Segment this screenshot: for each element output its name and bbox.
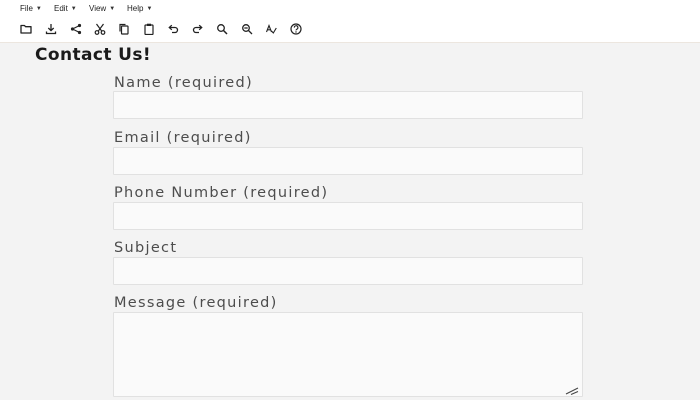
menu-view[interactable]: View ▼ bbox=[89, 4, 115, 13]
resize-grip-icon[interactable] bbox=[565, 384, 579, 395]
menu-help-label: Help bbox=[127, 4, 144, 13]
menu-view-label: View bbox=[89, 4, 107, 13]
phone-label: Phone Number (required) bbox=[114, 185, 329, 201]
menu-help[interactable]: Help ▼ bbox=[127, 4, 152, 13]
menu-file[interactable]: File ▼ bbox=[20, 4, 42, 13]
download-icon[interactable] bbox=[44, 22, 58, 36]
menu-file-label: File bbox=[20, 4, 33, 13]
menu-bar: File ▼ Edit ▼ View ▼ Help ▼ bbox=[0, 0, 700, 17]
caret-down-icon: ▼ bbox=[35, 5, 42, 12]
menu-edit[interactable]: Edit ▼ bbox=[54, 4, 77, 13]
page-title: Contact Us! bbox=[35, 45, 152, 65]
caret-down-icon: ▼ bbox=[109, 5, 116, 12]
subject-label: Subject bbox=[114, 240, 178, 256]
toolbar bbox=[0, 17, 700, 43]
redo-icon[interactable] bbox=[191, 22, 205, 36]
email-input[interactable] bbox=[113, 147, 583, 175]
subject-input[interactable] bbox=[113, 257, 583, 285]
name-input[interactable] bbox=[113, 91, 583, 119]
cut-icon[interactable] bbox=[93, 22, 107, 36]
menu-edit-label: Edit bbox=[54, 4, 68, 13]
caret-down-icon: ▼ bbox=[70, 5, 77, 12]
phone-input[interactable] bbox=[113, 202, 583, 230]
undo-icon[interactable] bbox=[166, 22, 180, 36]
message-textarea[interactable] bbox=[113, 312, 583, 397]
zoom-out-icon[interactable] bbox=[240, 22, 254, 36]
zoom-in-icon[interactable] bbox=[215, 22, 229, 36]
spellcheck-icon[interactable] bbox=[264, 22, 278, 36]
copy-icon[interactable] bbox=[117, 22, 131, 36]
share-icon[interactable] bbox=[69, 22, 83, 36]
open-folder-icon[interactable] bbox=[19, 22, 33, 36]
message-label: Message (required) bbox=[114, 295, 278, 311]
help-icon[interactable] bbox=[289, 22, 303, 36]
name-label: Name (required) bbox=[114, 75, 253, 91]
caret-down-icon: ▼ bbox=[146, 5, 153, 12]
email-label: Email (required) bbox=[114, 130, 252, 146]
paste-icon[interactable] bbox=[142, 22, 156, 36]
